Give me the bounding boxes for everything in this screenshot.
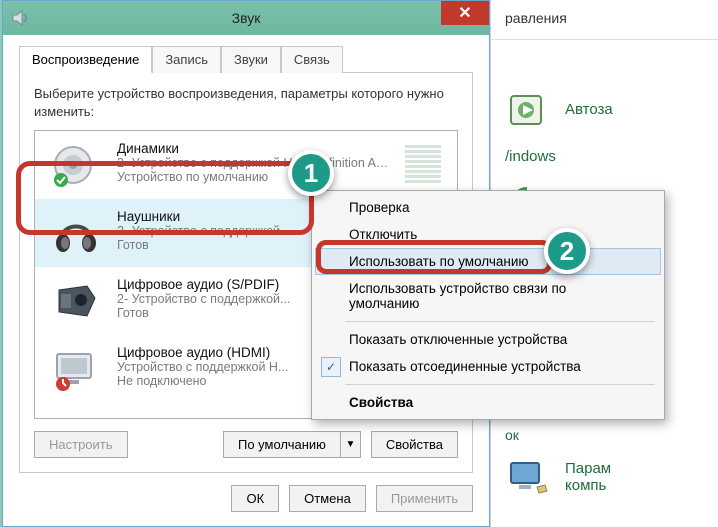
control-panel-item-label: Автоза (565, 101, 613, 118)
check-icon: ✓ (321, 357, 341, 377)
instruction-text: Выберите устройство воспроизведения, пар… (34, 85, 458, 120)
ctx-separator (345, 384, 655, 385)
tab-sounds[interactable]: Звуки (221, 46, 281, 73)
context-menu: Проверка Отключить Использовать по умолч… (311, 190, 665, 420)
control-panel-item-params[interactable]: Парамкомпь (491, 447, 718, 507)
device-actions-row: Настроить По умолчанию ▼ Свойства (34, 419, 458, 458)
control-panel-title-fragment: равления (491, 0, 718, 40)
hdmi-icon (49, 345, 103, 393)
control-panel-link-windows[interactable]: /indows (491, 140, 718, 173)
close-button[interactable]: ✕ (441, 1, 489, 25)
computer-settings-icon (505, 457, 553, 497)
chevron-down-icon[interactable]: ▼ (341, 431, 361, 458)
tab-playback[interactable]: Воспроизведение (19, 46, 152, 73)
ctx-show-disconnected[interactable]: ✓ Показать отсоединенные устройства (315, 353, 661, 380)
ctx-show-disabled[interactable]: Показать отключенные устройства (315, 326, 661, 353)
control-panel-item-label: Парамкомпь (565, 460, 611, 495)
device-desc: 2- Устройство с поддержкой High Definiti… (117, 156, 389, 170)
sound-app-icon (11, 8, 31, 28)
ctx-disable[interactable]: Отключить (315, 221, 661, 248)
dialog-buttons: ОК Отмена Применить (3, 485, 489, 526)
ctx-item-label: Показать отсоединенные устройства (349, 359, 581, 374)
device-name: Динамики (117, 141, 389, 156)
ok-button[interactable]: ОК (231, 485, 279, 512)
properties-button[interactable]: Свойства (371, 431, 458, 458)
close-icon: ✕ (458, 3, 471, 23)
ctx-set-default-comm[interactable]: Использовать устройство связи по умолчан… (315, 275, 661, 317)
set-default-button[interactable]: По умолчанию (223, 431, 341, 458)
device-speakers[interactable]: Динамики 2- Устройство с поддержкой High… (35, 131, 457, 199)
ctx-properties[interactable]: Свойства (315, 389, 661, 416)
set-default-split-button[interactable]: По умолчанию ▼ (223, 431, 361, 458)
dialog-title: Звук (232, 10, 261, 26)
autorun-icon (505, 90, 553, 130)
tabstrip: Воспроизведение Запись Звуки Связь (3, 35, 489, 72)
ctx-separator (345, 321, 655, 322)
configure-button[interactable]: Настроить (34, 431, 128, 458)
level-meter (403, 141, 443, 185)
device-status: Устройство по умолчанию (117, 170, 389, 184)
tab-recording[interactable]: Запись (152, 46, 221, 73)
spdif-icon (49, 277, 103, 325)
tab-communications[interactable]: Связь (281, 46, 343, 73)
titlebar[interactable]: Звук ✕ (3, 1, 489, 35)
headphones-icon (49, 209, 103, 257)
ctx-test[interactable]: Проверка (315, 194, 661, 221)
control-panel-small-ok: ок (491, 423, 718, 447)
ctx-set-default[interactable]: Использовать по умолчанию (315, 248, 661, 275)
apply-button[interactable]: Применить (376, 485, 473, 512)
control-panel-item-autoza[interactable]: Автоза (491, 80, 718, 140)
cancel-button[interactable]: Отмена (289, 485, 366, 512)
speaker-icon (49, 141, 103, 189)
